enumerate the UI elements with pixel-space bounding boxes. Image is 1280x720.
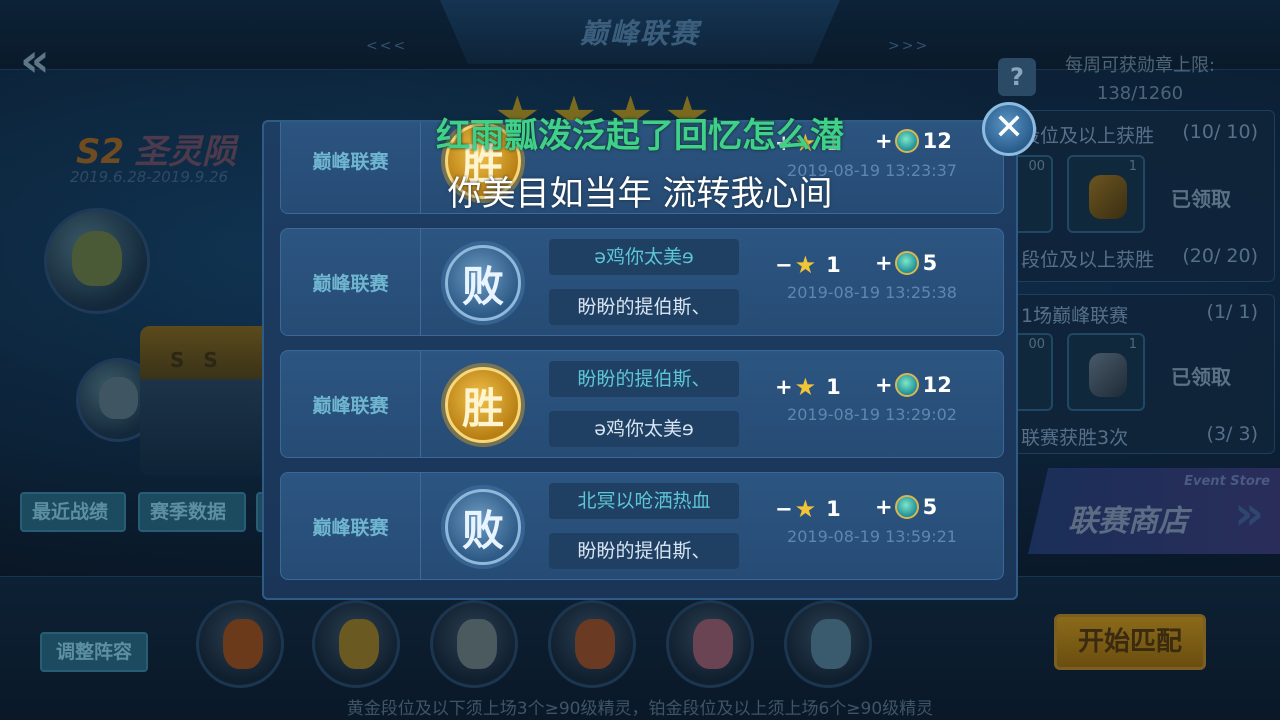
medal-limit: 每周可获勋章上限: 138/1260 [1040, 52, 1240, 108]
player-name[interactable]: 盼盼的提伯斯、 [549, 361, 739, 397]
star-sign: − [775, 497, 793, 521]
star-change: − ★ 1 [775, 495, 841, 523]
star-sign: − [775, 253, 793, 277]
season-chest[interactable] [140, 326, 280, 476]
opponent-name[interactable]: ə鸡你太美ɘ [549, 411, 739, 447]
record-time: 2019-08-19 13:59:21 [787, 527, 957, 546]
task-title: 联赛获胜3次 [1021, 427, 1129, 449]
event-store-label: 联赛商店 [1068, 504, 1188, 539]
task-title: 段位及以上获胜 [1021, 249, 1155, 271]
win-badge-icon: 胜 [445, 367, 521, 443]
pet-avatar-icon [693, 619, 733, 669]
team-slot[interactable] [430, 600, 518, 688]
claimed-label: 已领取 [1171, 365, 1231, 389]
subtitle-line-1: 红雨瓢泼泛起了回忆怎么潜 [436, 116, 844, 156]
star-sign: + [775, 375, 793, 399]
pet-avatar-icon [223, 619, 263, 669]
medal-value: 12 [922, 373, 952, 397]
record-league: 巅峰联赛 [281, 229, 421, 335]
season-character-avatar[interactable] [44, 208, 150, 314]
medal-icon [894, 251, 919, 275]
weekly-task-panel-2: 1场巅峰联赛 (1/ 1) 00 1 已领取 联赛获胜3次 (3/ 3) [975, 294, 1275, 454]
start-match-button[interactable]: 开始匹配 [1054, 614, 1206, 670]
capsule-icon [1089, 353, 1127, 397]
pet-avatar-icon [811, 619, 851, 669]
team-slot[interactable] [784, 600, 872, 688]
record-time: 2019-08-19 13:25:38 [787, 283, 957, 302]
subtitle-line-2: 你美目如当年 流转我心间 [447, 174, 833, 214]
back-button[interactable]: « [20, 37, 70, 83]
back-arrow-icon: « [20, 33, 50, 87]
star-icon: ★ [794, 373, 817, 401]
page-title: 巅峰联赛 [579, 17, 700, 50]
team-slot[interactable] [312, 600, 400, 688]
record-row: 巅峰联赛 败 ə鸡你太美ɘ 盼盼的提伯斯、 − ★ 1 +5 2019-08-19 … [280, 228, 1004, 336]
result-label: 败 [461, 505, 504, 555]
star-value: 1 [826, 253, 841, 277]
record-row: 巅峰联赛 胜 盼盼的提伯斯、 ə鸡你太美ɘ + ★ 1 +12 2019-08-19… [280, 350, 1004, 458]
medal-value: 5 [922, 495, 938, 519]
medal-icon [894, 373, 919, 397]
medal-change: +12 [875, 373, 952, 397]
record-time: 2019-08-19 13:29:02 [787, 405, 957, 424]
chevron-right-icon: » [1234, 486, 1264, 540]
medal-sign: + [875, 495, 893, 519]
medal-change: +5 [875, 495, 937, 519]
lineup-rule-note: 黄金段位及以下须上场3个≥90级精灵，铂金段位及以上须上场6个≥90级精灵 [346, 699, 934, 719]
task-count: (3/ 3) [1206, 423, 1258, 445]
medal-value: 5 [922, 251, 938, 275]
help-button[interactable]: ? [998, 58, 1036, 96]
record-league: 巅峰联赛 [281, 473, 421, 579]
adjust-lineup-button[interactable]: 调整阵容 [40, 632, 148, 672]
opponent-name[interactable]: 盼盼的提伯斯、 [549, 533, 739, 569]
reward-count: 1 [1128, 337, 1137, 352]
question-icon: ? [1010, 63, 1024, 91]
star-icon: ★ [794, 251, 817, 279]
reward-icon [98, 376, 138, 420]
character-face [72, 231, 122, 286]
star-value: 1 [826, 375, 841, 399]
result-label: 胜 [461, 383, 504, 433]
event-store-button[interactable]: Event Store 联赛商店 » [1028, 468, 1280, 554]
title-arrows-left: <<< [366, 38, 408, 54]
medal-sign: + [875, 373, 893, 397]
medal-limit-value: 138/1260 [1096, 83, 1184, 104]
result-label: 败 [461, 261, 504, 311]
reward-slot[interactable]: 1 [1067, 333, 1145, 411]
player-name[interactable]: 北冥以呛洒热血 [549, 483, 739, 519]
reward-count: 00 [1028, 337, 1045, 352]
page-title-tab: 巅峰联赛 [440, 0, 840, 64]
medal-icon [894, 495, 919, 519]
tab-recent-records[interactable]: 最近战绩 [20, 492, 126, 532]
star-change: + ★ 1 [775, 373, 841, 401]
pet-avatar-icon [457, 619, 497, 669]
pet-avatar-icon [575, 619, 615, 669]
lose-badge-icon: 败 [445, 489, 521, 565]
title-arrows-right: >>> [888, 38, 930, 54]
pet-avatar-icon [339, 619, 379, 669]
medal-limit-label: 每周可获勋章上限: [1064, 55, 1216, 76]
team-slot[interactable] [666, 600, 754, 688]
tab-season-data[interactable]: 赛季数据 [138, 492, 246, 532]
medal-sign: + [875, 251, 893, 275]
star-change: − ★ 1 [775, 251, 841, 279]
task-count: (20/ 20) [1182, 245, 1258, 267]
player-name[interactable]: ə鸡你太美ɘ [549, 239, 739, 275]
medal-change: +5 [875, 251, 937, 275]
team-slot[interactable] [548, 600, 636, 688]
lose-badge-icon: 败 [445, 245, 521, 321]
star-icon: ★ [794, 495, 817, 523]
opponent-name[interactable]: 盼盼的提伯斯、 [549, 289, 739, 325]
record-league: 巅峰联赛 [281, 351, 421, 457]
star-value: 1 [826, 497, 841, 521]
record-row: 巅峰联赛 败 北冥以呛洒热血 盼盼的提伯斯、 − ★ 1 +5 2019-08-19… [280, 472, 1004, 580]
task-title: 1场巅峰联赛 [1021, 305, 1129, 327]
team-slot[interactable] [196, 600, 284, 688]
task-count: (1/ 1) [1206, 301, 1258, 323]
